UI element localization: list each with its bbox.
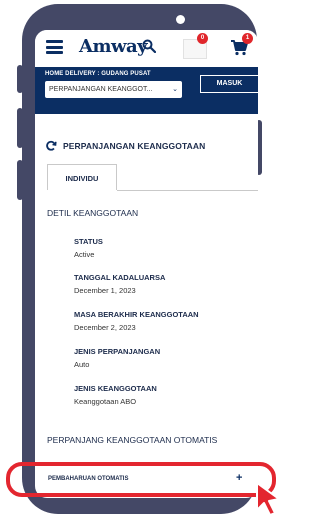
field-renewal-type: JENIS PERPANJANGAN Auto (74, 347, 160, 370)
cart-count-badge: 1 (242, 33, 253, 44)
refresh-icon (46, 140, 57, 151)
tab-individu[interactable]: INDIVIDU (47, 164, 117, 191)
search-icon[interactable] (142, 39, 156, 53)
hamburger-menu-icon[interactable] (46, 40, 63, 54)
field-value: Auto (74, 360, 90, 369)
field-label: JENIS KEANGGOTAAN (74, 384, 157, 393)
field-value: Active (74, 250, 95, 259)
page-select-dropdown[interactable]: PERPANJANGAN KEANGGOT... ⌄ (45, 81, 182, 98)
delivery-banner: HOME DELIVERY : GUDANG PUSAT PERPANJANGA… (35, 67, 258, 114)
auto-renewal-title: PERPANJANG KEANGGOTAAN OTOMATIS (47, 435, 218, 445)
membership-detail-title: DETIL KEANGGOTAAN (47, 208, 139, 218)
notification-badge: 0 (197, 33, 208, 44)
page-title: PERPANJANGAN KEANGGOTAAN (46, 140, 206, 151)
pointer-cursor-icon (256, 482, 280, 516)
field-label: TANGGAL KADALUARSA (74, 273, 166, 282)
login-button[interactable]: MASUK (200, 75, 258, 93)
field-expiry-date: TANGGAL KADALUARSA December 1, 2023 (74, 273, 165, 296)
phone-camera (176, 15, 185, 24)
phone-side-button (17, 108, 23, 148)
field-membership-end: MASA BERAKHIR KEANGGOTAAN December 2, 20… (74, 310, 199, 333)
delivery-location-label: HOME DELIVERY : GUDANG PUSAT (45, 71, 151, 77)
page-title-text: PERPANJANGAN KEANGGOTAAN (63, 141, 206, 151)
field-value: December 2, 2023 (74, 323, 136, 332)
phone-side-button (17, 65, 23, 93)
top-header: Amway 0 1 (35, 30, 258, 66)
amway-logo[interactable]: Amway (79, 36, 148, 57)
field-value: December 1, 2023 (74, 286, 136, 295)
field-label: STATUS (74, 237, 103, 246)
field-label: MASA BERAKHIR KEANGGOTAAN (74, 310, 199, 319)
field-value: Keanggotaan ABO (74, 397, 137, 406)
tab-active-indicator (47, 190, 117, 191)
highlight-outline (6, 462, 276, 497)
field-label: JENIS PERPANJANGAN (74, 347, 161, 356)
phone-side-button (17, 160, 23, 200)
page-select-value: PERPANJANGAN KEANGGOT... (49, 86, 153, 93)
field-status: STATUS Active (74, 237, 103, 260)
app-screen: Amway 0 1 HOME DELIVERY : GUDANG PUSAT P… (35, 30, 258, 498)
field-membership-type: JENIS KEANGGOTAAN Keanggotaan ABO (74, 384, 157, 407)
chevron-down-icon: ⌄ (172, 86, 178, 93)
